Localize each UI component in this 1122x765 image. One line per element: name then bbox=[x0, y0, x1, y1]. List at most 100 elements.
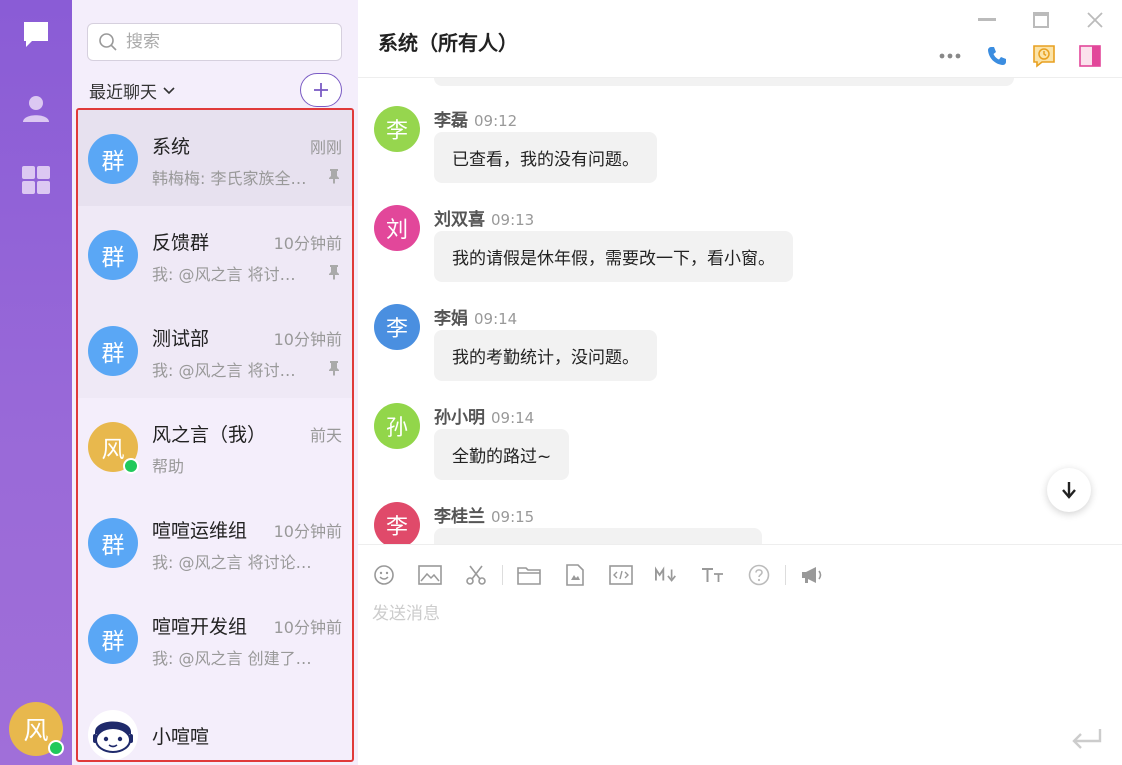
scroll-to-bottom-button[interactable] bbox=[1047, 468, 1091, 512]
close-button[interactable] bbox=[1084, 10, 1106, 30]
message-sender: 刘双喜 09:13 bbox=[434, 205, 534, 230]
phone-icon bbox=[988, 47, 1006, 65]
sender-name[interactable]: 刘双喜 bbox=[434, 210, 485, 230]
message-list: 李 李磊 09:12 已查看，我的没有问题。 刘 刘双喜 09:13 我的请假是休年… bbox=[358, 78, 1122, 544]
maximize-button[interactable] bbox=[1030, 10, 1052, 30]
markdown-icon bbox=[655, 566, 676, 582]
group-avatar: 群 bbox=[88, 134, 138, 184]
online-status-dot bbox=[123, 458, 139, 474]
code-button[interactable] bbox=[609, 563, 633, 587]
message-input[interactable] bbox=[372, 599, 1102, 719]
history-button[interactable] bbox=[1032, 44, 1056, 68]
recent-chats-dropdown[interactable]: 最近聊天 bbox=[89, 78, 175, 103]
arrow-down-icon bbox=[1062, 482, 1076, 499]
scissors-icon bbox=[466, 565, 486, 585]
sender-name[interactable]: 孙小明 bbox=[434, 408, 485, 428]
emoji-button[interactable] bbox=[372, 563, 396, 587]
sender-avatar[interactable]: 李 bbox=[374, 106, 420, 152]
sender-avatar[interactable]: 李 bbox=[374, 304, 420, 350]
current-user-avatar-text: 风 bbox=[23, 716, 49, 745]
sender-name[interactable]: 李娟 bbox=[434, 309, 468, 329]
composer-toolbar bbox=[372, 563, 846, 587]
message-sender: 李磊 09:12 bbox=[434, 106, 517, 131]
chat-time: 10分钟前 bbox=[273, 522, 342, 541]
add-chat-button[interactable] bbox=[300, 73, 342, 107]
chat-item-dev-group[interactable]: 群 喧喧开发组 10分钟前 我: @风之言 创建了… bbox=[78, 590, 352, 686]
chat-name: 风之言（我） bbox=[152, 424, 267, 446]
current-user-avatar[interactable]: 风 bbox=[9, 702, 64, 756]
file-icon bbox=[566, 564, 584, 586]
chat-time: 10分钟前 bbox=[273, 618, 342, 637]
image-icon bbox=[418, 565, 442, 585]
chat-name: 喧喧开发组 bbox=[152, 616, 248, 638]
chat-nav-button[interactable] bbox=[18, 16, 54, 52]
chat-item-self[interactable]: 风 风之言（我） 前天 帮助 bbox=[78, 398, 352, 494]
chat-preview: 我: @风之言 将讨… bbox=[152, 361, 296, 380]
image-button[interactable] bbox=[418, 563, 442, 587]
sender-avatar[interactable]: 李 bbox=[374, 502, 420, 544]
toolbar-divider bbox=[785, 565, 786, 585]
message-composer bbox=[358, 544, 1122, 765]
nav-rail: 风 bbox=[0, 0, 72, 765]
chat-item-ops-group[interactable]: 群 喧喧运维组 10分钟前 我: @风之言 将讨论… bbox=[78, 494, 352, 590]
send-button[interactable] bbox=[1070, 727, 1104, 753]
chat-item-xiaoxuanxuan[interactable]: 小喧喧 bbox=[78, 686, 352, 760]
screenshot-button[interactable] bbox=[464, 563, 488, 587]
apps-nav-button[interactable] bbox=[18, 162, 54, 198]
file-button[interactable] bbox=[563, 563, 587, 587]
sender-name[interactable]: 李桂兰 bbox=[434, 507, 485, 527]
sidebar-panel-icon bbox=[1079, 45, 1101, 67]
group-avatar: 群 bbox=[88, 614, 138, 664]
chat-item-feedback[interactable]: 群 反馈群 10分钟前 我: @风之言 将讨… bbox=[78, 206, 352, 302]
contacts-nav-button[interactable] bbox=[18, 90, 54, 126]
chat-preview: 韩梅梅: 李氏家族全… bbox=[152, 169, 307, 188]
chat-name: 喧喧运维组 bbox=[152, 520, 248, 542]
message-bubble: 我的考勤统计，没问题。 bbox=[434, 330, 657, 381]
code-icon bbox=[609, 565, 633, 585]
online-status-dot bbox=[48, 740, 64, 756]
chat-preview: 我: @风之言 将讨论… bbox=[152, 553, 312, 572]
plus-icon bbox=[314, 83, 328, 97]
robot-avatar-icon bbox=[88, 710, 138, 760]
minimize-button[interactable] bbox=[976, 10, 998, 30]
chat-preview: 我: @风之言 创建了… bbox=[152, 649, 312, 668]
search-input[interactable] bbox=[126, 32, 326, 52]
chat-name: 系统 bbox=[152, 136, 191, 158]
chat-time: 刚刚 bbox=[309, 138, 342, 157]
megaphone-icon bbox=[802, 567, 822, 583]
previous-message-bubble bbox=[434, 78, 1014, 86]
message-sender: 李娟 09:14 bbox=[434, 304, 517, 329]
help-button[interactable] bbox=[747, 563, 771, 587]
conversation-title: 系统（所有人） bbox=[378, 31, 518, 55]
message-time: 09:14 bbox=[491, 409, 535, 427]
grid-icon bbox=[22, 166, 50, 194]
group-avatar: 群 bbox=[88, 230, 138, 280]
chat-preview: 帮助 bbox=[152, 457, 185, 476]
enter-send-icon bbox=[1072, 729, 1102, 749]
user-icon bbox=[23, 96, 49, 122]
sender-avatar[interactable]: 刘 bbox=[374, 205, 420, 251]
chat-item-system[interactable]: 群 系统 刚刚 韩梅梅: 李氏家族全… bbox=[78, 110, 352, 206]
message-bubble: 全勤的路过~ bbox=[434, 429, 570, 480]
chat-time: 10分钟前 bbox=[273, 330, 342, 349]
chat-name: 小喧喧 bbox=[152, 726, 210, 748]
toggle-sidebar-button[interactable] bbox=[1078, 44, 1102, 68]
markdown-button[interactable] bbox=[655, 563, 679, 587]
text-format-button[interactable] bbox=[701, 563, 725, 587]
chat-name: 测试部 bbox=[152, 328, 210, 350]
chat-time: 10分钟前 bbox=[273, 234, 342, 253]
folder-button[interactable] bbox=[517, 563, 541, 587]
sender-name[interactable]: 李磊 bbox=[434, 111, 468, 131]
broadcast-button[interactable] bbox=[800, 563, 824, 587]
chat-list-panel: 最近聊天 群 系统 刚刚 韩梅梅: 李氏家族全… 群 反馈群 10分钟前 我: … bbox=[72, 0, 358, 765]
message-sender: 李桂兰 09:15 bbox=[434, 502, 534, 527]
pin-icon bbox=[329, 361, 339, 376]
chat-bubble-icon bbox=[24, 22, 48, 47]
chat-item-test-dept[interactable]: 群 测试部 10分钟前 我: @风之言 将讨… bbox=[78, 302, 352, 398]
sender-avatar[interactable]: 孙 bbox=[374, 403, 420, 449]
message-bubble: 我的请假是休年假，需要改一下，看小窗。 bbox=[434, 231, 793, 282]
voice-call-button[interactable] bbox=[985, 44, 1009, 68]
more-options-button[interactable] bbox=[938, 44, 962, 68]
search-icon bbox=[99, 33, 117, 51]
close-icon bbox=[1087, 12, 1103, 28]
